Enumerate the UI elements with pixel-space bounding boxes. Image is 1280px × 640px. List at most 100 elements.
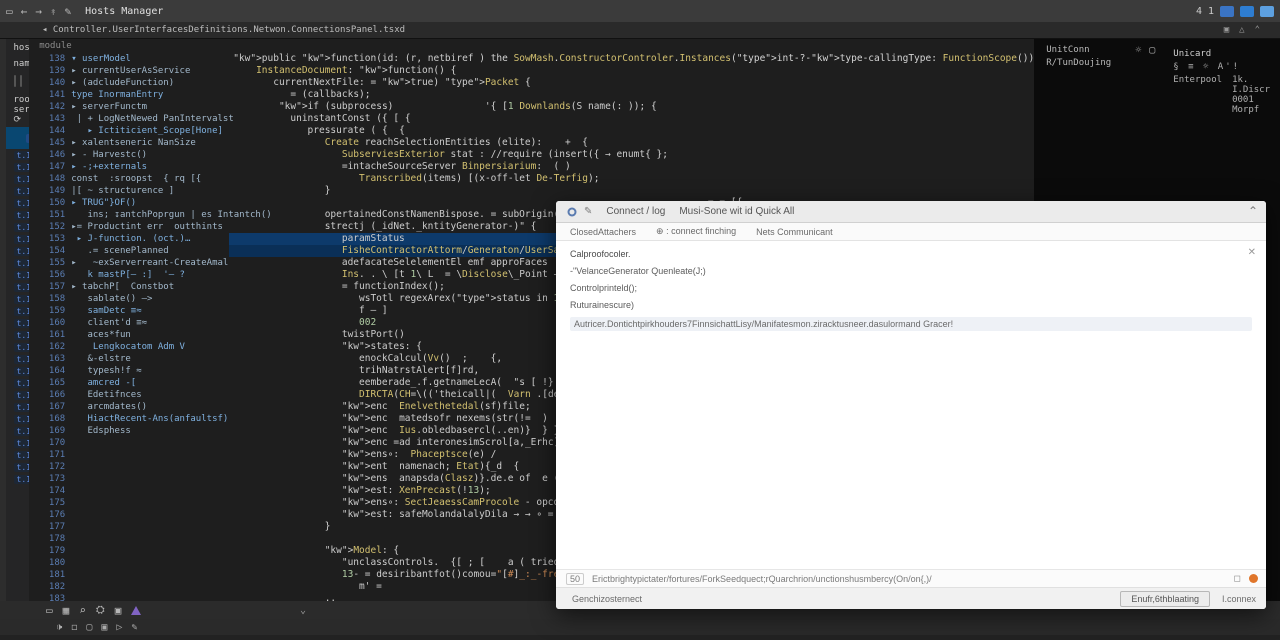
side-gutter-row: t.1 — [6, 233, 30, 245]
tool-run-icon[interactable] — [131, 606, 141, 615]
popup-tab-nets[interactable]: Nets Communicant — [756, 227, 833, 237]
info-row2-a: § ≡ ☼ A'! — [1173, 62, 1270, 72]
edit-icon[interactable]: ✎ — [65, 5, 72, 18]
breadcrumb[interactable]: module — [29, 39, 1034, 53]
gutter-badge: t.1 — [14, 187, 30, 196]
code-line[interactable]: uninstantConst ({ [ { — [229, 113, 1034, 125]
code-line[interactable]: SubserviesExterior stat : //require (ins… — [229, 149, 1034, 161]
tab-action-split[interactable]: ▣ — [1224, 25, 1229, 35]
info-icon-sun[interactable]: ☼ — [1135, 45, 1141, 56]
code-line[interactable]: pressurate ( { { — [229, 125, 1034, 137]
layout-pill-c[interactable] — [1260, 6, 1274, 17]
dbg-next-icon[interactable]: ▷ — [116, 622, 122, 633]
tool-grid-icon[interactable]: ▦ — [63, 604, 70, 617]
view-toggle-b[interactable] — [20, 75, 22, 87]
gutter-badge: t.1 — [14, 163, 30, 172]
dbg-play-icon[interactable]: ▢ — [86, 622, 92, 633]
popup-path[interactable]: Erictbrightypictater/fortures/ForkSeedqu… — [592, 574, 932, 584]
tool-debug-icon[interactable]: ▣ — [115, 604, 122, 617]
info-icon-frame[interactable]: ▢ — [1149, 45, 1155, 56]
code-line[interactable]: "kw">if (subprocess) '{ [1 Downlands(S n… — [229, 101, 1034, 113]
status-bar — [0, 635, 1280, 640]
code-line[interactable]: = (callbacks); — [229, 89, 1034, 101]
layout-pill-a[interactable] — [1220, 6, 1234, 17]
code-line[interactable]: Transcribed(items) [(x-off-let De-Terfig… — [229, 173, 1034, 185]
nav-fwd-icon[interactable]: → — [35, 5, 42, 18]
gutter-badge: t.1 — [14, 367, 30, 376]
gutter-badge: t.1 — [14, 463, 30, 472]
popup-footer-label: Genchizosternect — [572, 594, 642, 604]
sidepanel-section-outline[interactable]: root…server.js ⟳ — [14, 95, 30, 125]
tab-action-collapse[interactable]: ⌃ — [1255, 25, 1260, 35]
connect-popup: ✎ Connect / log Musi-Sone wit id Quick A… — [556, 201, 1266, 609]
gutter-badge: t.1 — [14, 319, 30, 328]
popup-tab-closed[interactable]: ClosedAttachers — [570, 227, 636, 237]
code-line[interactable]: Create reachSelectionEntities (elite): +… — [229, 137, 1034, 149]
popup-line-5-highlight[interactable]: Autricer.Dontichtpirkhouders7Finnsichatt… — [570, 317, 1252, 331]
tool-terminal-icon[interactable]: ▭ — [46, 604, 53, 617]
popup-collapse-icon[interactable]: ⌃ — [1248, 204, 1258, 218]
side-gutter-row: t.1 — [6, 473, 30, 485]
dbg-step-icon[interactable]: ▣ — [101, 622, 107, 633]
tab-action-triangle[interactable]: △ — [1239, 25, 1244, 35]
side-gutter-row: t.1 — [6, 293, 30, 305]
side-gutter-row: t.1 — [6, 221, 30, 233]
popup-line-2[interactable]: -"VelanceGenerator Quenleate(J;) — [570, 266, 1252, 276]
info-row-a: R/TunDoujing — [1046, 58, 1111, 68]
info-tab-a[interactable]: UnitConn — [1046, 45, 1111, 55]
popup-line-1[interactable]: Calproofocoler. — [570, 249, 1252, 259]
side-gutter-row: t.1 — [6, 173, 30, 185]
gutter-badge: t.1 — [14, 259, 30, 268]
popup-pencil-icon[interactable]: ✎ — [584, 206, 592, 217]
gutter-badge: t.1 — [14, 151, 30, 160]
editor-tab-active[interactable]: ◂ Controller.UserInterfacesDefinitions.N… — [42, 25, 405, 35]
tree-node-src[interactable]: src - subindexed.ts 3 — [6, 127, 30, 149]
popup-path-badge: 50 — [566, 573, 584, 585]
side-gutter-row: t.1 — [6, 365, 30, 377]
nav-up-icon[interactable]: ↟ — [50, 5, 57, 18]
code-line[interactable]: } — [229, 185, 1034, 197]
info-stat-b: 1k. I.Discr 0001 Morpf — [1232, 75, 1270, 115]
side-gutter-row: t.1 — [6, 197, 30, 209]
dbg-stop-icon[interactable]: ◻ — [71, 622, 77, 633]
nav-back-icon[interactable]: ← — [21, 5, 28, 18]
layout-pill-b[interactable] — [1240, 6, 1254, 17]
tool-gear-icon[interactable]: ⛭ — [96, 603, 105, 617]
side-gutter-row: t.1 — [6, 281, 30, 293]
info-tab-b[interactable]: Unicard — [1173, 49, 1211, 59]
gutter-badge: t.1 — [14, 175, 30, 184]
popup-title-a: Connect / log — [606, 206, 665, 217]
code-line[interactable]: =intacheSourceServer Binpersiarium: ( ) — [229, 161, 1034, 173]
popup-tab-connect[interactable]: ⊕ : connect finching — [656, 226, 736, 237]
gutter-badge: t.1 — [14, 439, 30, 448]
popup-line-3[interactable]: Controlprinteld(); — [570, 283, 1252, 293]
popup-title-b: Musi-Sone wit id Quick All — [679, 206, 794, 217]
side-gutter-row: t.1 — [6, 257, 30, 269]
side-gutter-row: t.1 — [6, 437, 30, 449]
gutter-badge: t.1 — [14, 307, 30, 316]
gutter-badge: t.1 — [14, 235, 30, 244]
popup-cancel-link[interactable]: I.connex — [1222, 594, 1256, 604]
tool-search-icon[interactable]: ⌕ — [79, 604, 86, 617]
gutter-badge: t.1 — [14, 295, 30, 304]
side-gutter-row: t.1 — [6, 413, 30, 425]
side-gutter-row: t.1 — [6, 269, 30, 281]
side-gutter-row: t.1 — [6, 377, 30, 389]
popup-path-fullscreen-icon[interactable]: ◻ — [1234, 573, 1241, 584]
popup-accept-button[interactable]: Enufr,6thblaating — [1120, 591, 1210, 607]
side-gutter-row: t.1 — [6, 341, 30, 353]
dbg-edit-icon[interactable]: ✎ — [131, 622, 137, 633]
dbg-speaker-icon[interactable]: 🕩 — [56, 622, 62, 633]
code-line[interactable]: InstanceDocument: "kw">function() { — [229, 65, 1034, 77]
code-line[interactable]: currentNextFile: = "kw">true) "type">Pac… — [229, 77, 1034, 89]
popup-line-4[interactable]: Ruturainescure) — [570, 300, 1252, 310]
view-toggle-a[interactable] — [14, 75, 16, 87]
popup-close-icon[interactable]: ✕ — [1248, 247, 1256, 258]
editor-caret-indicator: ⌄ — [300, 605, 306, 616]
popup-path-status-icon — [1249, 574, 1258, 583]
info-stat-a: Enterpool — [1173, 75, 1222, 115]
window-title: Hosts Manager — [85, 6, 163, 17]
gutter-badge: t.1 — [14, 211, 30, 220]
code-line[interactable]: "kw">public "kw">function(id: (r, netbir… — [229, 53, 1034, 65]
app-menu-icon[interactable]: ▭ — [6, 5, 13, 18]
